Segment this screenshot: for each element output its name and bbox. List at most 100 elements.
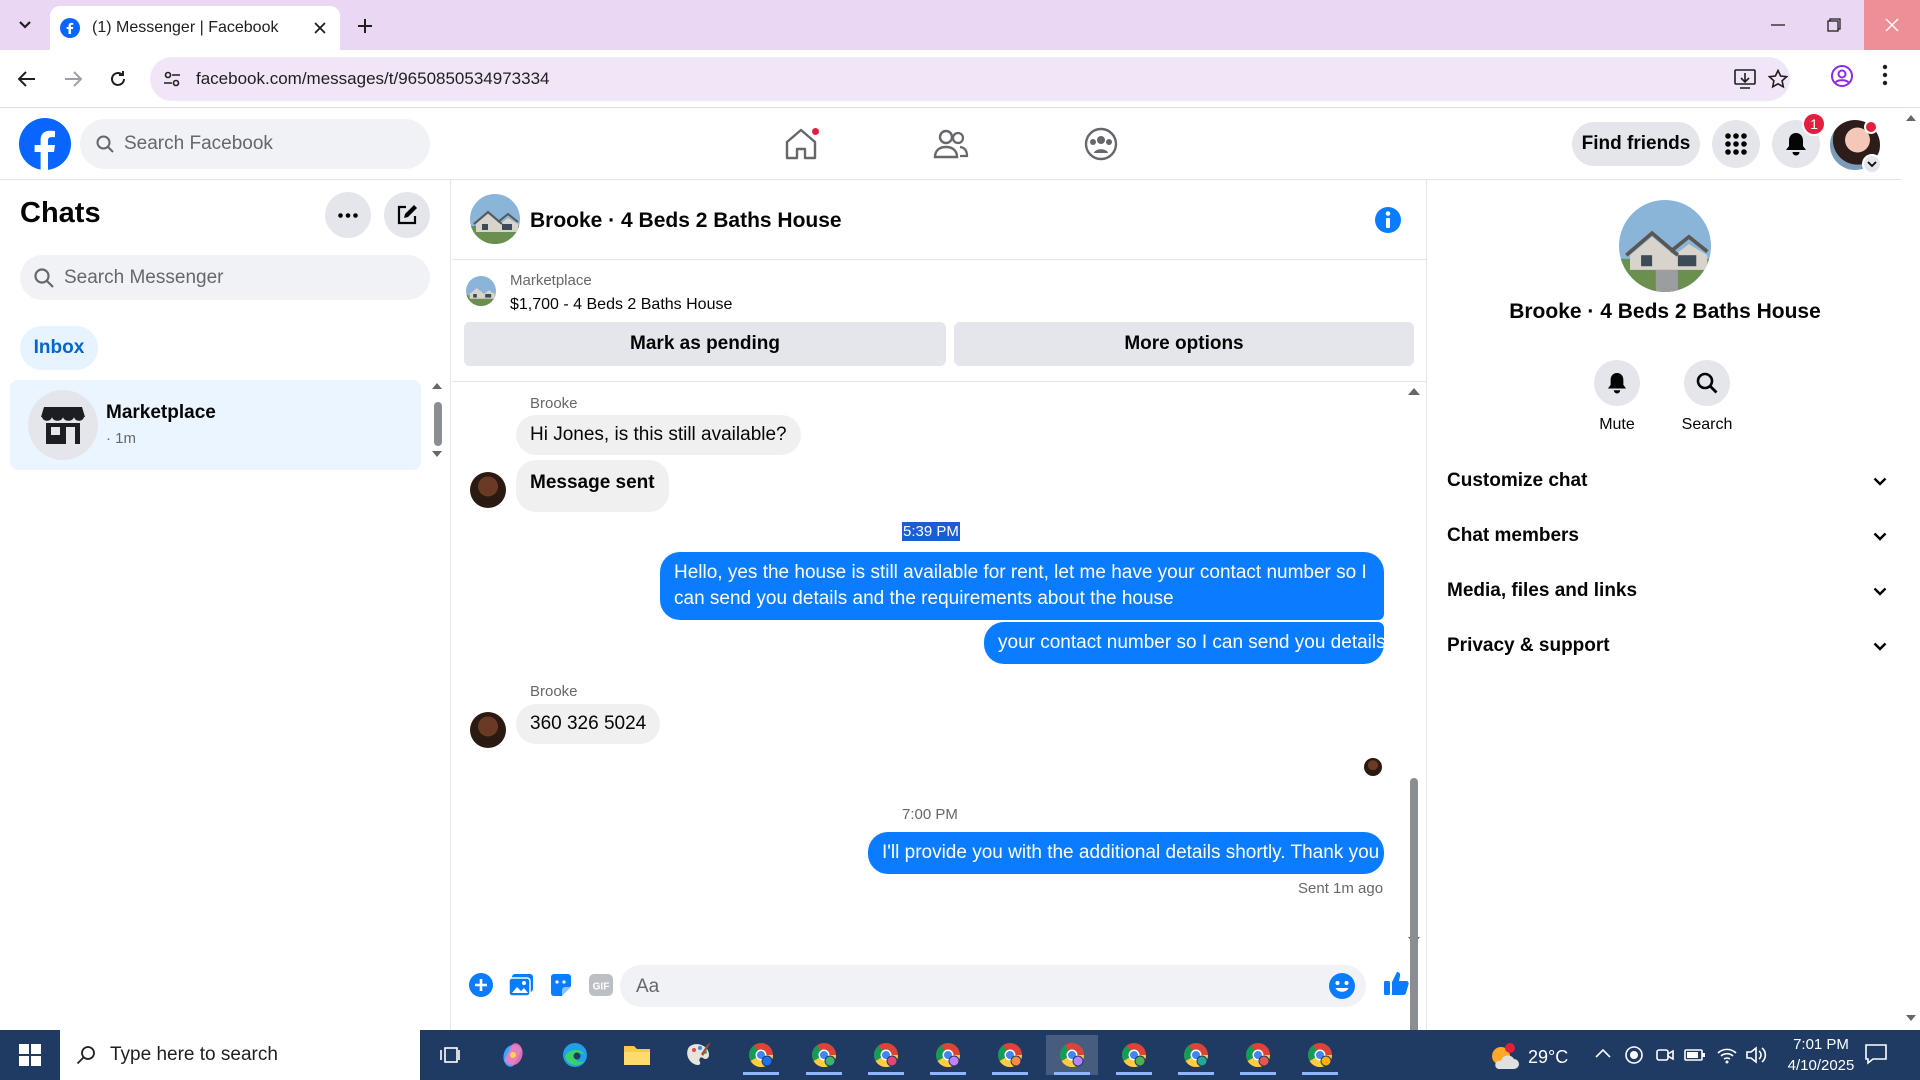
sender-avatar[interactable] [470,712,506,748]
site-info-icon[interactable] [162,69,182,89]
gif-button[interactable]: GIF [586,970,616,1000]
app-running-indicator [1240,1072,1276,1075]
tab-search-button[interactable] [10,11,40,39]
start-button[interactable] [0,1030,60,1080]
listing-thumbnail[interactable] [466,276,496,306]
outgoing-message[interactable]: your contact number so I can send you de… [984,622,1386,664]
chrome-icon [812,1043,836,1068]
messenger-search-input[interactable]: Search Messenger [20,255,430,300]
battery-icon[interactable] [1684,1045,1706,1065]
system-clock[interactable]: 7:01 PM 4/10/2025 [1776,1034,1866,1076]
close-window-icon[interactable] [1864,0,1920,50]
facebook-search-input[interactable]: Search Facebook [80,119,430,169]
emoji-icon[interactable] [1328,972,1356,1000]
chat-options-button[interactable] [325,192,371,238]
mute-action[interactable]: Mute [1577,360,1657,434]
sticker-button[interactable] [546,970,576,1000]
media-files-links-section[interactable]: Media, files and links [1447,571,1887,611]
file-explorer-app[interactable] [611,1035,663,1075]
edge-app[interactable] [549,1035,601,1075]
account-menu-chevron-icon[interactable] [1862,154,1882,174]
forward-icon[interactable] [58,64,88,94]
attach-photo-button[interactable] [506,970,536,1000]
chrome-profile-app[interactable] [1294,1035,1346,1075]
account-notification-dot [1864,120,1878,134]
wifi-icon[interactable] [1716,1045,1738,1065]
tab-close-icon[interactable] [310,18,330,38]
search-in-conversation-button[interactable] [1684,360,1730,406]
chat-list-item[interactable]: Marketplace · 1m [10,380,421,470]
chevron-down-icon [1873,477,1887,486]
browser-tab[interactable]: (1) Messenger | Facebook [50,6,340,50]
copilot-app[interactable] [487,1035,539,1075]
search-action[interactable]: Search [1667,360,1747,434]
weather-widget[interactable]: 29°C [1488,1043,1568,1071]
chevron-down-icon [19,21,31,29]
paint-app[interactable] [673,1035,725,1075]
facebook-logo-icon[interactable] [19,118,71,170]
scroll-up-icon[interactable] [1905,114,1917,122]
messenger-search-placeholder: Search Messenger [64,266,224,288]
mark-as-pending-button[interactable]: Mark as pending [464,322,946,366]
like-button[interactable] [1382,968,1412,998]
volume-icon[interactable] [1745,1045,1767,1065]
chrome-profile-app[interactable] [922,1035,974,1075]
chrome-profile-app[interactable] [1232,1035,1284,1075]
info-icon[interactable] [1374,206,1402,234]
restore-icon[interactable] [1806,0,1862,50]
bookmark-star-icon[interactable] [1768,69,1788,89]
chrome-icon [874,1043,898,1068]
message-input[interactable]: Aa [620,965,1366,1007]
scroll-down-icon[interactable] [1905,1014,1917,1022]
more-options-button[interactable]: More options [954,322,1414,366]
outgoing-message[interactable]: I'll provide you with the additional det… [868,832,1384,874]
incoming-message[interactable]: Hi Jones, is this still available? [516,415,801,455]
chrome-profile-app[interactable] [1170,1035,1222,1075]
chrome-profile-app[interactable] [984,1035,1036,1075]
chat-members-section[interactable]: Chat members [1447,516,1887,556]
section-label: Customize chat [1447,470,1588,491]
nav-groups[interactable] [1046,118,1156,170]
browser-menu-icon[interactable] [1882,64,1888,86]
chrome-profile-app[interactable] [1108,1035,1160,1075]
privacy-support-section[interactable]: Privacy & support [1447,626,1887,666]
more-actions-button[interactable] [466,970,496,1000]
chats-scroll-thumb[interactable] [434,402,442,446]
conversation-avatar[interactable] [470,194,520,244]
chrome-profile-app[interactable] [860,1035,912,1075]
conversation-title[interactable]: Brooke · 4 Beds 2 Baths House [530,209,842,233]
menu-button[interactable] [1712,120,1760,168]
address-bar[interactable]: facebook.com/messages/t/9650850534973334 [150,57,1790,101]
nav-friends[interactable] [896,118,1006,170]
back-icon[interactable] [12,64,42,94]
thread-scroll-up-icon[interactable] [1407,386,1421,396]
taskbar-search-input[interactable]: Type here to search [60,1030,420,1080]
chrome-profile-app[interactable] [798,1035,850,1075]
minimize-icon[interactable] [1750,0,1806,50]
outgoing-message[interactable]: Hello, yes the house is still available … [660,552,1384,620]
customize-chat-section[interactable]: Customize chat [1447,461,1887,501]
chrome-profile-app-active[interactable] [1046,1035,1098,1075]
app-running-indicator [868,1072,904,1075]
record-icon[interactable] [1624,1045,1644,1065]
install-app-icon[interactable] [1734,69,1756,89]
reload-icon[interactable] [103,64,133,94]
mute-button[interactable] [1594,360,1640,406]
listing-title[interactable]: $1,700 - 4 Beds 2 Baths House [510,296,732,314]
inbox-filter[interactable]: Inbox [20,326,98,370]
notification-center-icon[interactable] [1864,1042,1888,1066]
find-friends-button[interactable]: Find friends [1572,122,1700,166]
nav-home[interactable] [746,118,856,170]
sender-avatar[interactable] [470,472,506,508]
page-scrollbar[interactable] [1902,108,1920,1030]
incoming-message[interactable]: 360 326 5024 [516,704,661,744]
task-view-button[interactable] [424,1035,476,1075]
meet-now-icon[interactable] [1655,1045,1675,1065]
new-tab-icon[interactable] [352,13,378,39]
incoming-message[interactable]: Message sent [516,460,669,512]
browser-profile-icon[interactable] [1830,64,1854,88]
conversation-profile-photo[interactable] [1619,200,1711,292]
new-message-button[interactable] [384,192,430,238]
chevron-up-icon[interactable] [1594,1045,1612,1063]
chrome-app[interactable] [735,1035,787,1075]
